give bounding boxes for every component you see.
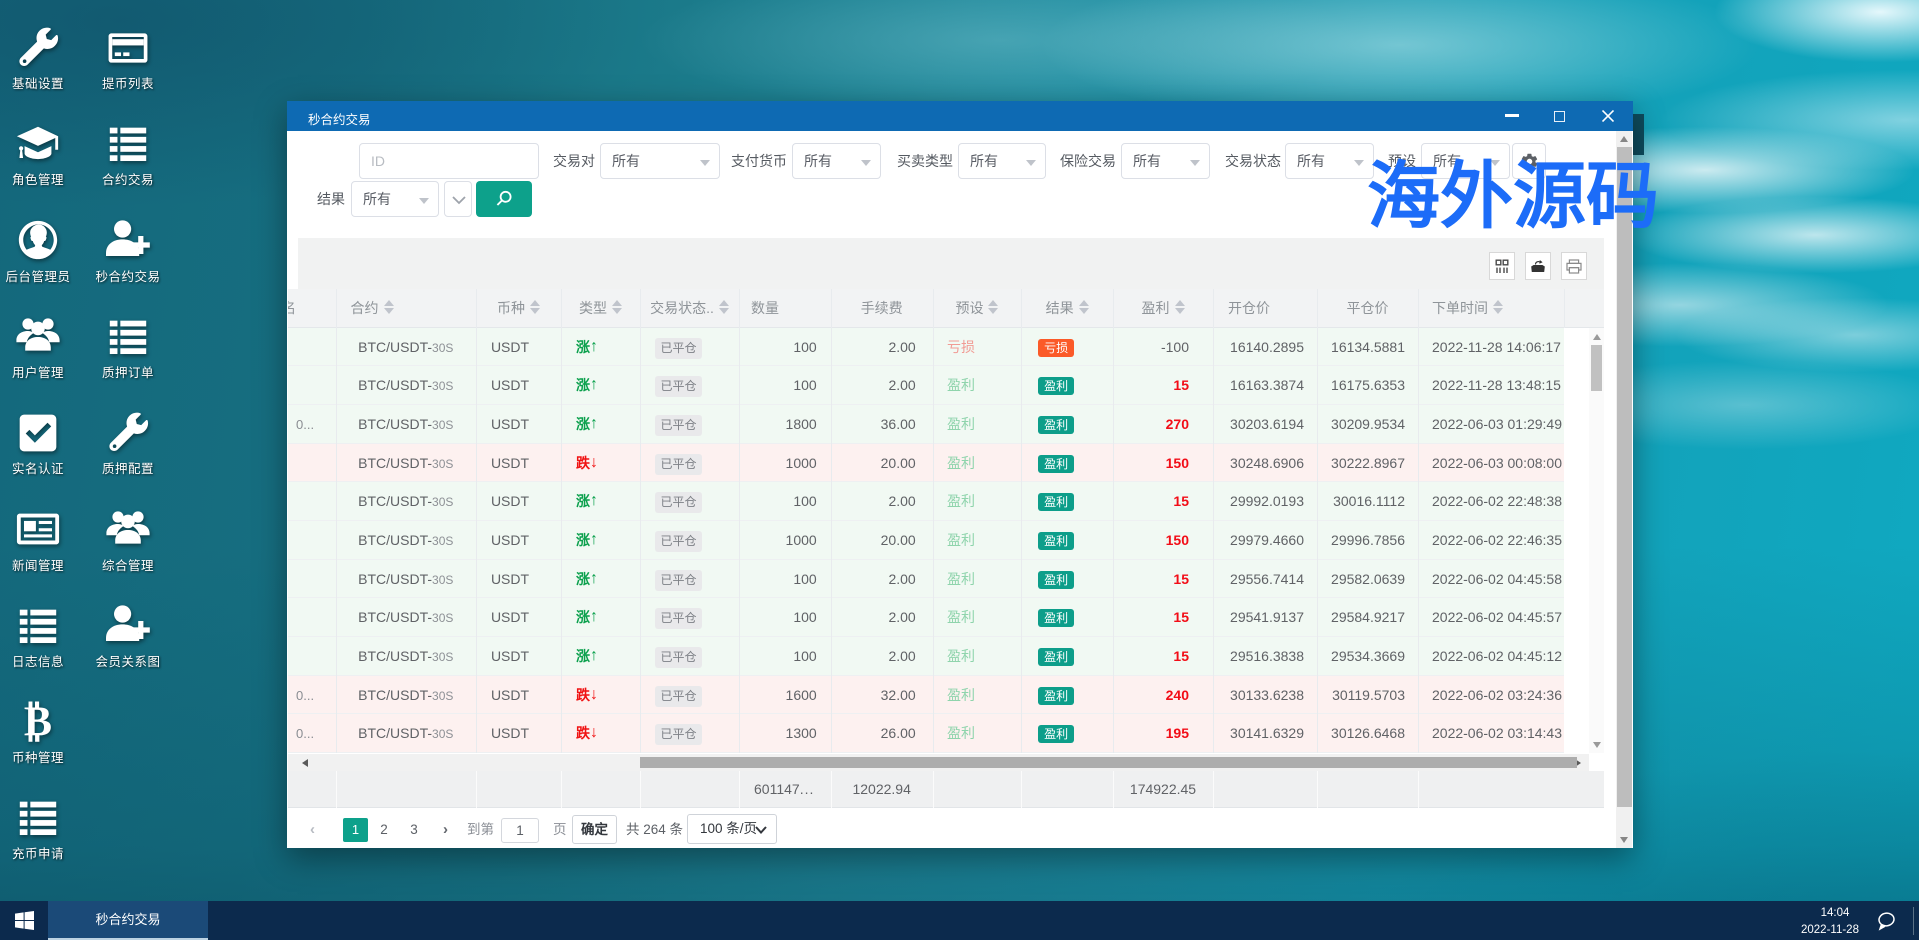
svg-text:₿: ₿ xyxy=(24,698,52,744)
